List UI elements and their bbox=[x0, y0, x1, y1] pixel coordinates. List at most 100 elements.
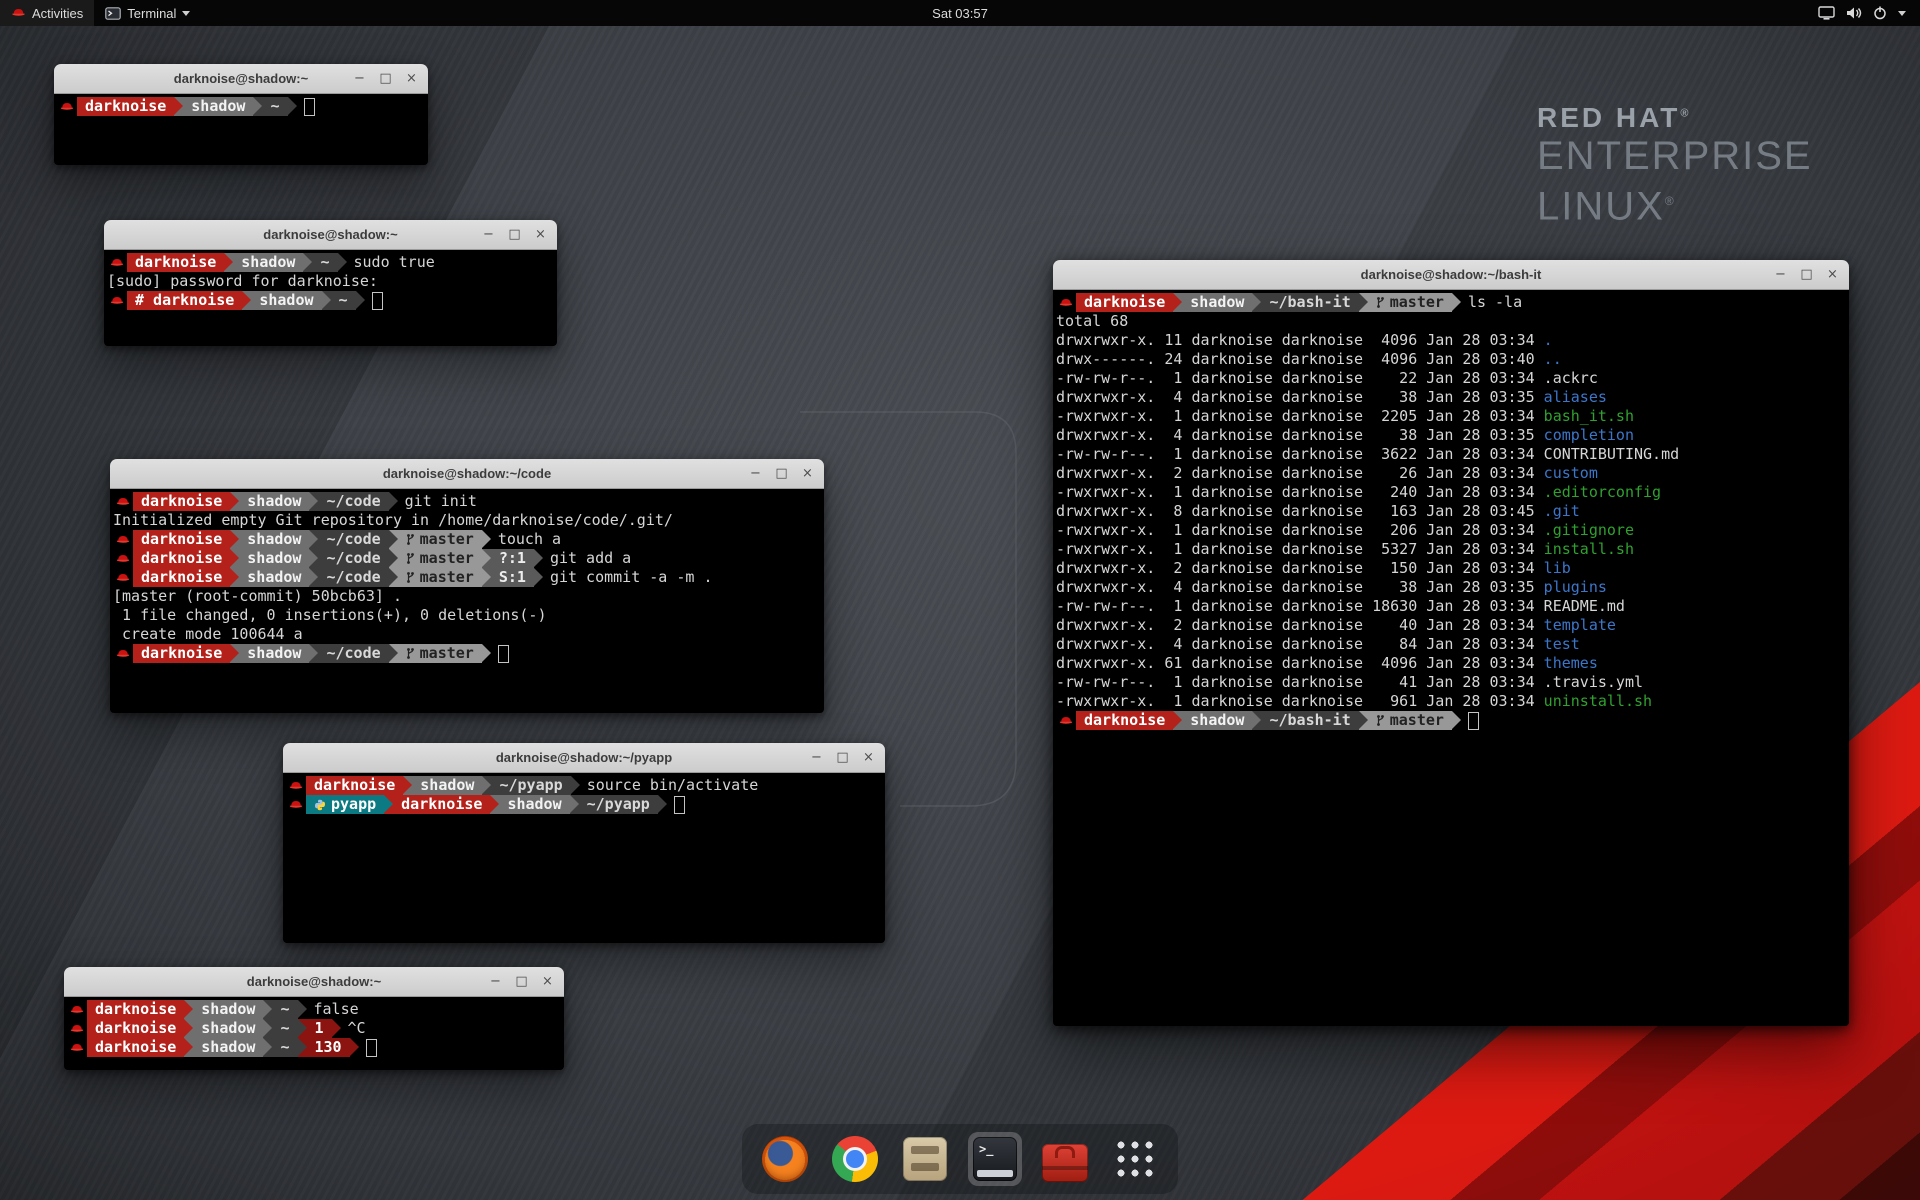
app-menu[interactable]: Terminal bbox=[94, 0, 201, 26]
powerline-separator bbox=[230, 644, 239, 663]
terminal-window: darknoise@shadow:~−□×darknoiseshadow~ bbox=[54, 64, 428, 165]
prompt-segment-text: shadow bbox=[247, 568, 301, 587]
system-status-area[interactable] bbox=[1810, 0, 1914, 26]
prompt-segment-text: ~/bash-it bbox=[1269, 293, 1350, 312]
terminal-window: darknoise@shadow:~−□×darknoiseshadow~fal… bbox=[64, 967, 564, 1070]
prompt-segment-text: ~/bash-it bbox=[1269, 711, 1350, 730]
file-name: .ackrc bbox=[1544, 369, 1598, 387]
window-titlebar[interactable]: darknoise@shadow:~/code−□× bbox=[110, 459, 824, 489]
maximize-button[interactable]: □ bbox=[378, 72, 393, 85]
dock-toolbox-button[interactable] bbox=[1038, 1132, 1092, 1186]
window-titlebar[interactable]: darknoise@shadow:~−□× bbox=[54, 64, 428, 94]
prompt-segment-text: darknoise bbox=[85, 97, 166, 116]
terminal-content[interactable]: darknoiseshadow~/pyappsource bin/activat… bbox=[283, 773, 885, 946]
terminal-content[interactable]: darknoiseshadow~/bash-itmasterls -latota… bbox=[1053, 290, 1849, 1029]
prompt-segment-text: master bbox=[1390, 293, 1444, 312]
prompt-segment-text: darknoise bbox=[1084, 293, 1165, 312]
minimize-button[interactable]: − bbox=[481, 228, 496, 241]
prompt-segment-host: shadow bbox=[239, 530, 309, 549]
powerline-separator bbox=[309, 549, 318, 568]
prompt-segment-user: darknoise bbox=[133, 644, 230, 663]
powerline-separator bbox=[303, 253, 312, 272]
close-button[interactable]: × bbox=[861, 751, 876, 764]
dock-appgrid-button[interactable] bbox=[1108, 1132, 1162, 1186]
prompt-segment-text: ~/code bbox=[326, 492, 380, 511]
file-list-columns: drwxrwxr-x. 4 darknoise darknoise 38 Jan… bbox=[1056, 578, 1544, 596]
close-button[interactable]: × bbox=[540, 975, 555, 988]
clock[interactable]: Sat 03:57 bbox=[922, 0, 998, 26]
git-branch-icon bbox=[1376, 714, 1385, 727]
redhat-icon bbox=[1056, 293, 1075, 312]
minimize-button[interactable]: − bbox=[748, 467, 763, 480]
file-list-columns: drwxrwxr-x. 8 darknoise darknoise 163 Ja… bbox=[1056, 502, 1544, 520]
close-button[interactable]: × bbox=[800, 467, 815, 480]
file-list-columns: drwxrwxr-x. 2 darknoise darknoise 26 Jan… bbox=[1056, 464, 1544, 482]
window-titlebar[interactable]: darknoise@shadow:~−□× bbox=[104, 220, 557, 250]
terminal-content[interactable]: darknoiseshadow~falsedarknoiseshadow~1^C… bbox=[64, 997, 564, 1073]
prompt-segment-text: shadow bbox=[420, 776, 474, 795]
dock-files-button[interactable] bbox=[898, 1132, 952, 1186]
file-list-row: drwxrwxr-x. 61 darknoise darknoise 4096 … bbox=[1056, 654, 1847, 673]
file-list-row: -rwxrwxr-x. 1 darknoise darknoise 961 Ja… bbox=[1056, 692, 1847, 711]
close-button[interactable]: × bbox=[1825, 268, 1840, 281]
dock-terminal-button[interactable] bbox=[968, 1132, 1022, 1186]
terminal-content[interactable]: darknoiseshadow~sudo true[sudo] password… bbox=[104, 250, 557, 349]
typed-command: ls -la bbox=[1461, 293, 1522, 312]
terminal-window: darknoise@shadow:~/pyapp−□×darknoiseshad… bbox=[283, 743, 885, 943]
minimize-button[interactable]: − bbox=[488, 975, 503, 988]
window-titlebar[interactable]: darknoise@shadow:~/pyapp−□× bbox=[283, 743, 885, 773]
terminal-window: darknoise@shadow:~/code−□×darknoiseshado… bbox=[110, 459, 824, 713]
prompt-segment-text: master bbox=[1390, 711, 1444, 730]
powerline-separator bbox=[263, 1019, 272, 1038]
dock-firefox-button[interactable] bbox=[758, 1132, 812, 1186]
prompt-segment-text: darknoise bbox=[135, 253, 216, 272]
activities-button[interactable]: Activities bbox=[0, 0, 94, 26]
terminal-prompt-line: darknoiseshadow~130 bbox=[67, 1038, 562, 1057]
powerline-separator bbox=[184, 1000, 193, 1019]
redhat-icon bbox=[67, 1019, 86, 1038]
dock-chrome-button[interactable] bbox=[828, 1132, 882, 1186]
file-list-columns: -rwxrwxr-x. 1 darknoise darknoise 961 Ja… bbox=[1056, 692, 1544, 710]
maximize-button[interactable]: □ bbox=[514, 975, 529, 988]
window-buttons: −□ × bbox=[352, 64, 419, 93]
maximize-button[interactable]: □ bbox=[507, 228, 522, 241]
redhat-logo-icon bbox=[11, 7, 26, 19]
window-titlebar[interactable]: darknoise@shadow:~/bash-it−□× bbox=[1053, 260, 1849, 290]
powerline-separator bbox=[224, 253, 233, 272]
terminal-content[interactable]: darknoiseshadow~ bbox=[54, 94, 428, 168]
close-button[interactable]: × bbox=[404, 72, 419, 85]
file-list-columns: -rwxrwxr-x. 1 darknoise darknoise 2205 J… bbox=[1056, 407, 1544, 425]
minimize-button[interactable]: − bbox=[1773, 268, 1788, 281]
minimize-button[interactable]: − bbox=[352, 72, 367, 85]
window-titlebar[interactable]: darknoise@shadow:~−□× bbox=[64, 967, 564, 997]
terminal-prompt-line: darknoiseshadow~/bash-itmasterls -la bbox=[1056, 293, 1847, 312]
redhat-icon bbox=[67, 1000, 86, 1019]
prompt-segment-exit: 130 bbox=[307, 1038, 350, 1057]
file-list-row: -rw-rw-r--. 1 darknoise darknoise 41 Jan… bbox=[1056, 673, 1847, 692]
close-button[interactable]: × bbox=[533, 228, 548, 241]
file-list-row: -rwxrwxr-x. 1 darknoise darknoise 5327 J… bbox=[1056, 540, 1847, 559]
terminal-content[interactable]: darknoiseshadow~/codegit initInitialized… bbox=[110, 489, 824, 716]
prompt-segment-text: master bbox=[420, 549, 474, 568]
maximize-button[interactable]: □ bbox=[835, 751, 850, 764]
file-list-columns: drwxrwxr-x. 4 darknoise darknoise 84 Jan… bbox=[1056, 635, 1544, 653]
prompt-segment-text: ~/pyapp bbox=[587, 795, 650, 814]
maximize-button[interactable]: □ bbox=[1799, 268, 1814, 281]
chrome-icon bbox=[832, 1136, 878, 1182]
file-list-row: drwxrwxr-x. 4 darknoise darknoise 38 Jan… bbox=[1056, 426, 1847, 445]
prompt-segment-text: shadow bbox=[247, 530, 301, 549]
prompt-segment-host: shadow bbox=[239, 549, 309, 568]
powerline-separator bbox=[309, 644, 318, 663]
prompt-segment-text: S:1 bbox=[499, 568, 526, 587]
minimize-button[interactable]: − bbox=[809, 751, 824, 764]
typed-command: sudo true bbox=[347, 253, 435, 272]
maximize-button[interactable]: □ bbox=[774, 467, 789, 480]
powerline-separator bbox=[482, 530, 491, 549]
file-name: custom bbox=[1544, 464, 1598, 482]
prompt-segment-path: ~ bbox=[262, 97, 287, 116]
files-icon bbox=[903, 1137, 947, 1181]
chevron-down-icon bbox=[1898, 11, 1906, 16]
typed-command: ^C bbox=[341, 1019, 366, 1038]
prompt-segment-text: shadow bbox=[507, 795, 561, 814]
redhat-icon bbox=[113, 644, 132, 663]
